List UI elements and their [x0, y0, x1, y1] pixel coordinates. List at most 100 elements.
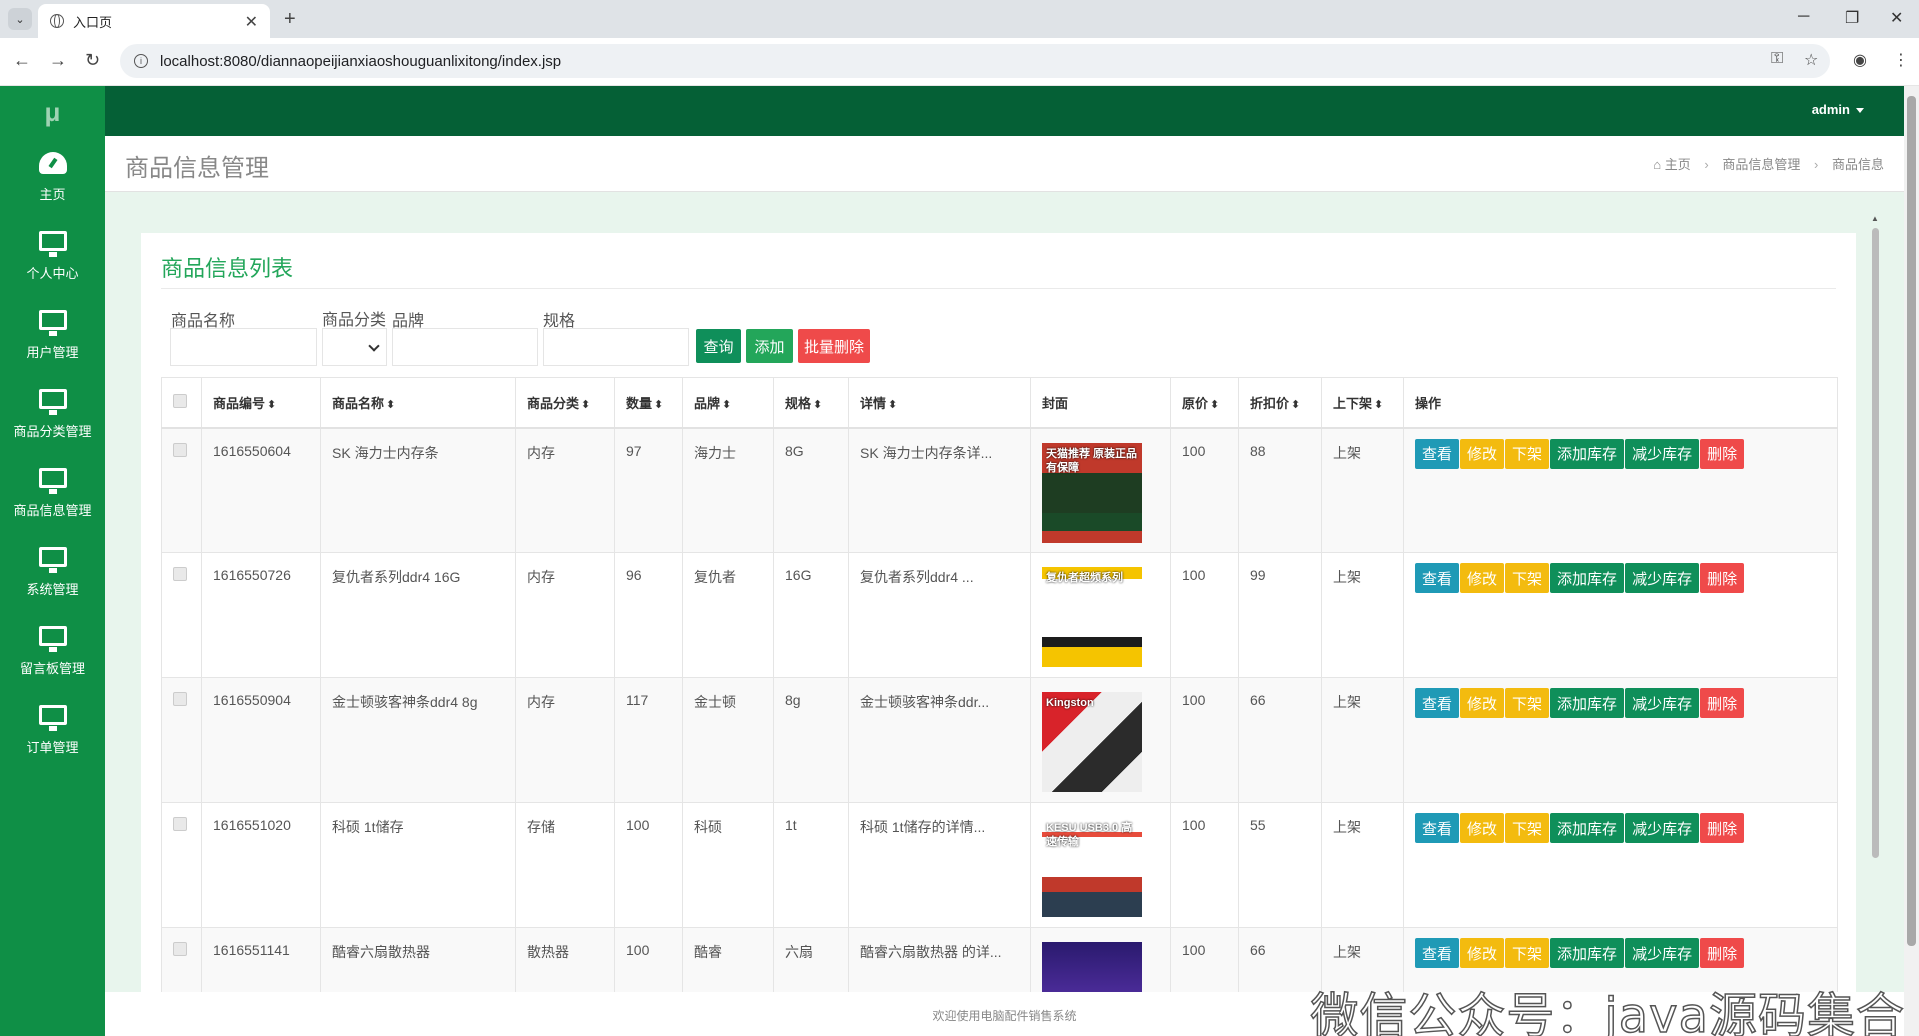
unlist-button[interactable]: 下架: [1505, 438, 1550, 469]
page-title: 商品信息管理: [125, 155, 269, 182]
col-header[interactable]: 原价: [1170, 377, 1239, 429]
cell-ops: 查看 修改 下架 添加库存 减少库存 删除: [1403, 552, 1838, 678]
sidebar-item-products[interactable]: 商品信息管理: [0, 454, 105, 533]
name-search-input[interactable]: [170, 328, 317, 366]
panel-title: 商品信息列表: [161, 256, 294, 281]
view-button[interactable]: 查看: [1415, 438, 1460, 469]
row-checkbox[interactable]: [173, 942, 187, 956]
delete-button[interactable]: 删除: [1700, 938, 1745, 968]
delete-button[interactable]: 删除: [1700, 563, 1745, 593]
sidebar-item-messages[interactable]: 留言板管理: [0, 612, 105, 691]
monitor-icon: [38, 547, 67, 573]
delete-button[interactable]: 删除: [1700, 438, 1745, 469]
browser-tab[interactable]: 入口页 ✕: [38, 4, 270, 38]
spec-search-input[interactable]: [543, 328, 689, 366]
breadcrumb-home[interactable]: 主页: [1665, 157, 1691, 172]
col-header[interactable]: 商品名称: [320, 377, 516, 429]
edit-button[interactable]: 修改: [1460, 938, 1505, 968]
content-scrollbar[interactable]: ▲: [1870, 214, 1880, 994]
add-stock-button[interactable]: 添加库存: [1550, 938, 1625, 968]
new-tab-button[interactable]: +: [284, 8, 296, 31]
restore-icon[interactable]: ❐: [1845, 8, 1859, 28]
scrollbar-thumb[interactable]: [1907, 96, 1916, 946]
delete-button[interactable]: 删除: [1700, 813, 1745, 843]
add-stock-button[interactable]: 添加库存: [1550, 563, 1625, 593]
star-icon[interactable]: ☆: [1804, 50, 1818, 70]
back-icon[interactable]: ←: [13, 50, 31, 71]
page-scrollbar[interactable]: [1904, 86, 1919, 1036]
sidebar-item-categories[interactable]: 商品分类管理: [0, 375, 105, 454]
close-window-icon[interactable]: ✕: [1890, 8, 1903, 28]
tab-search-button[interactable]: ⌄: [8, 8, 32, 30]
scroll-up-icon[interactable]: ▲: [1871, 214, 1879, 223]
site-info-icon[interactable]: i: [134, 54, 148, 68]
reduce-stock-button[interactable]: 减少库存: [1625, 563, 1700, 593]
sidebar-item-system[interactable]: 系统管理: [0, 533, 105, 612]
sidebar-item-profile[interactable]: 个人中心: [0, 217, 105, 296]
select-all-checkbox[interactable]: [173, 393, 187, 408]
col-header[interactable]: 折扣价: [1238, 377, 1322, 429]
cell-price: 100: [1170, 552, 1239, 678]
user-menu[interactable]: admin: [1812, 102, 1864, 117]
add-button[interactable]: 添加: [746, 329, 793, 363]
sidebar-item-orders[interactable]: 订单管理: [0, 691, 105, 770]
view-button[interactable]: 查看: [1415, 938, 1460, 968]
sidebar-item-label: 用户管理: [26, 345, 79, 360]
sidebar-item-users[interactable]: 用户管理: [0, 296, 105, 375]
reduce-stock-button[interactable]: 减少库存: [1625, 688, 1700, 718]
add-stock-button[interactable]: 添加库存: [1550, 688, 1625, 718]
unlist-button[interactable]: 下架: [1505, 938, 1550, 968]
menu-icon[interactable]: ⋮: [1893, 50, 1909, 70]
breadcrumb-section[interactable]: 商品信息管理: [1722, 157, 1800, 172]
unlist-button[interactable]: 下架: [1505, 813, 1550, 843]
col-header[interactable]: 详情: [848, 377, 1031, 429]
cell-qty: 117: [614, 677, 683, 803]
col-header[interactable]: 品牌: [682, 377, 774, 429]
key-icon[interactable]: ⚿: [1771, 50, 1783, 68]
list-panel: 商品信息列表 商品名称 商品分类 品牌 规格 查询 添加 批量删除 商品编号 商…: [141, 233, 1856, 1036]
cell-price: 100: [1170, 677, 1239, 803]
category-select[interactable]: [322, 328, 387, 366]
minimize-icon[interactable]: ─: [1798, 8, 1809, 26]
row-checkbox[interactable]: [173, 442, 187, 457]
cell-category: 存储: [515, 802, 615, 928]
unlist-button[interactable]: 下架: [1505, 563, 1550, 593]
cell-spec: 16G: [773, 552, 849, 678]
monitor-icon: [38, 705, 67, 731]
reload-icon[interactable]: ↻: [85, 50, 100, 71]
cell-detail: 复仇者系列ddr4 ...: [848, 552, 1031, 678]
view-button[interactable]: 查看: [1415, 688, 1460, 718]
col-header[interactable]: 商品分类: [515, 377, 615, 429]
col-header[interactable]: 数量: [614, 377, 683, 429]
add-stock-button[interactable]: 添加库存: [1550, 438, 1625, 469]
row-checkbox[interactable]: [173, 692, 187, 706]
col-header[interactable]: 商品编号: [201, 377, 321, 429]
view-button[interactable]: 查看: [1415, 813, 1460, 843]
address-bar[interactable]: i localhost:8080/diannaopeijianxiaoshoug…: [120, 44, 1830, 78]
edit-button[interactable]: 修改: [1460, 688, 1505, 718]
cell-spec: 1t: [773, 802, 849, 928]
add-stock-button[interactable]: 添加库存: [1550, 813, 1625, 843]
reduce-stock-button[interactable]: 减少库存: [1625, 813, 1700, 843]
row-checkbox[interactable]: [173, 567, 187, 581]
unlist-button[interactable]: 下架: [1505, 688, 1550, 718]
col-header[interactable]: 规格: [773, 377, 849, 429]
reduce-stock-button[interactable]: 减少库存: [1625, 938, 1700, 968]
profile-icon[interactable]: ◉: [1853, 50, 1867, 70]
edit-button[interactable]: 修改: [1460, 563, 1505, 593]
edit-button[interactable]: 修改: [1460, 438, 1505, 469]
edit-button[interactable]: 修改: [1460, 813, 1505, 843]
table-row: 1616550604 SK 海力士内存条 内存 97 海力士 8G SK 海力士内存条详..…: [161, 427, 1838, 553]
forward-icon[interactable]: →: [49, 50, 67, 71]
sidebar-item-home[interactable]: 主页: [0, 138, 105, 217]
delete-button[interactable]: 删除: [1700, 688, 1745, 718]
close-tab-icon[interactable]: ✕: [245, 12, 258, 32]
col-header[interactable]: 上下架: [1321, 377, 1404, 429]
query-button[interactable]: 查询: [696, 329, 741, 363]
row-checkbox[interactable]: [173, 817, 187, 831]
view-button[interactable]: 查看: [1415, 563, 1460, 593]
brand-search-input[interactable]: [392, 328, 538, 366]
scrollbar-thumb[interactable]: [1872, 228, 1879, 858]
reduce-stock-button[interactable]: 减少库存: [1625, 438, 1700, 469]
batch-delete-button[interactable]: 批量删除: [798, 329, 870, 363]
